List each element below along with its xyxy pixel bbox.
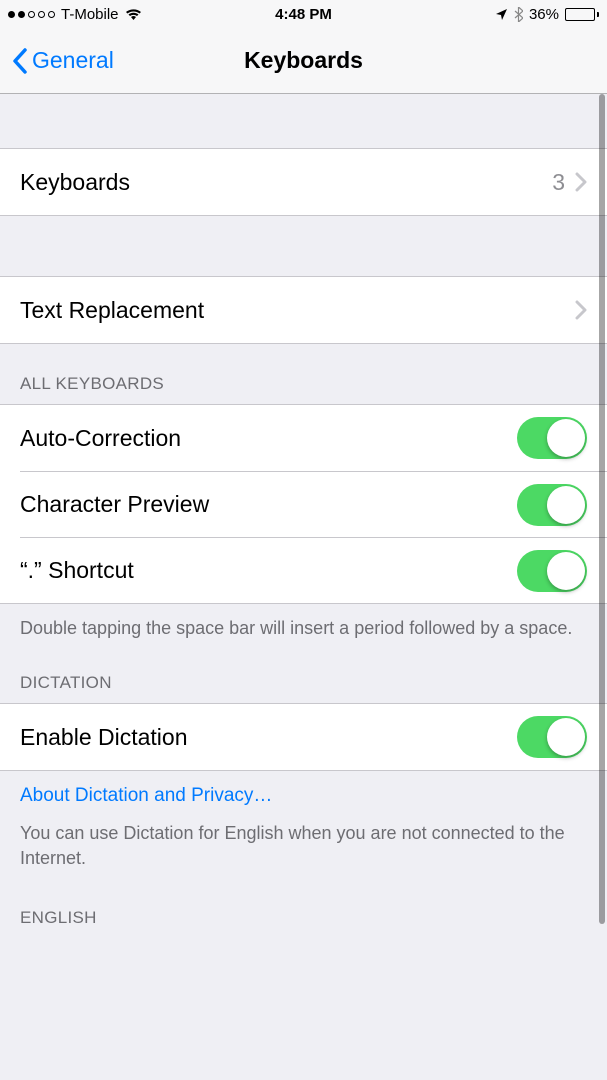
carrier-label: T-Mobile <box>61 6 119 23</box>
enable-dictation-label: Enable Dictation <box>20 724 188 751</box>
period-shortcut-toggle[interactable] <box>517 550 587 592</box>
chevron-right-icon <box>575 300 587 320</box>
keyboards-count: 3 <box>552 169 565 196</box>
back-label: General <box>32 47 114 74</box>
enable-dictation-row: Enable Dictation <box>0 704 607 770</box>
all-keyboards-group: Auto-Correction Character Preview “.” Sh… <box>0 404 607 604</box>
nav-bar: General Keyboards <box>0 28 607 94</box>
wifi-icon <box>125 8 142 21</box>
keyboards-row[interactable]: Keyboards 3 <box>0 149 607 215</box>
all-keyboards-header: ALL KEYBOARDS <box>0 344 607 404</box>
status-right: 36% <box>495 6 599 23</box>
signal-strength-icon <box>8 11 55 18</box>
dictation-privacy-link[interactable]: About Dictation and Privacy… <box>0 771 607 815</box>
auto-correction-row: Auto-Correction <box>0 405 607 471</box>
enable-dictation-toggle[interactable] <box>517 716 587 758</box>
content-scroll[interactable]: Keyboards 3 Text Replacement ALL KEYBOAR… <box>0 94 607 1080</box>
bluetooth-icon <box>514 7 523 22</box>
english-header: ENGLISH <box>0 890 607 938</box>
character-preview-label: Character Preview <box>20 491 209 518</box>
status-bar: T-Mobile 4:48 PM 36% <box>0 0 607 28</box>
keyboards-group: Keyboards 3 <box>0 148 607 216</box>
status-left: T-Mobile <box>8 6 142 23</box>
keyboards-label: Keyboards <box>20 169 130 196</box>
chevron-left-icon <box>12 48 28 74</box>
status-time: 4:48 PM <box>275 6 332 23</box>
chevron-right-icon <box>575 172 587 192</box>
period-shortcut-row: “.” Shortcut <box>20 537 607 603</box>
battery-percent-label: 36% <box>529 6 559 23</box>
dictation-footer: You can use Dictation for English when y… <box>0 815 607 889</box>
text-replacement-group: Text Replacement <box>0 276 607 344</box>
page-title: Keyboards <box>244 47 363 74</box>
battery-icon <box>565 8 599 21</box>
period-shortcut-footer: Double tapping the space bar will insert… <box>0 604 607 659</box>
character-preview-toggle[interactable] <box>517 484 587 526</box>
period-shortcut-label: “.” Shortcut <box>20 557 134 584</box>
back-button[interactable]: General <box>12 47 114 74</box>
dictation-header: DICTATION <box>0 659 607 703</box>
auto-correction-toggle[interactable] <box>517 417 587 459</box>
scrollbar-thumb[interactable] <box>599 94 605 924</box>
location-icon <box>495 8 508 21</box>
dictation-group: Enable Dictation <box>0 703 607 771</box>
text-replacement-row[interactable]: Text Replacement <box>0 277 607 343</box>
auto-correction-label: Auto-Correction <box>20 425 181 452</box>
character-preview-row: Character Preview <box>20 471 607 537</box>
text-replacement-label: Text Replacement <box>20 297 204 324</box>
